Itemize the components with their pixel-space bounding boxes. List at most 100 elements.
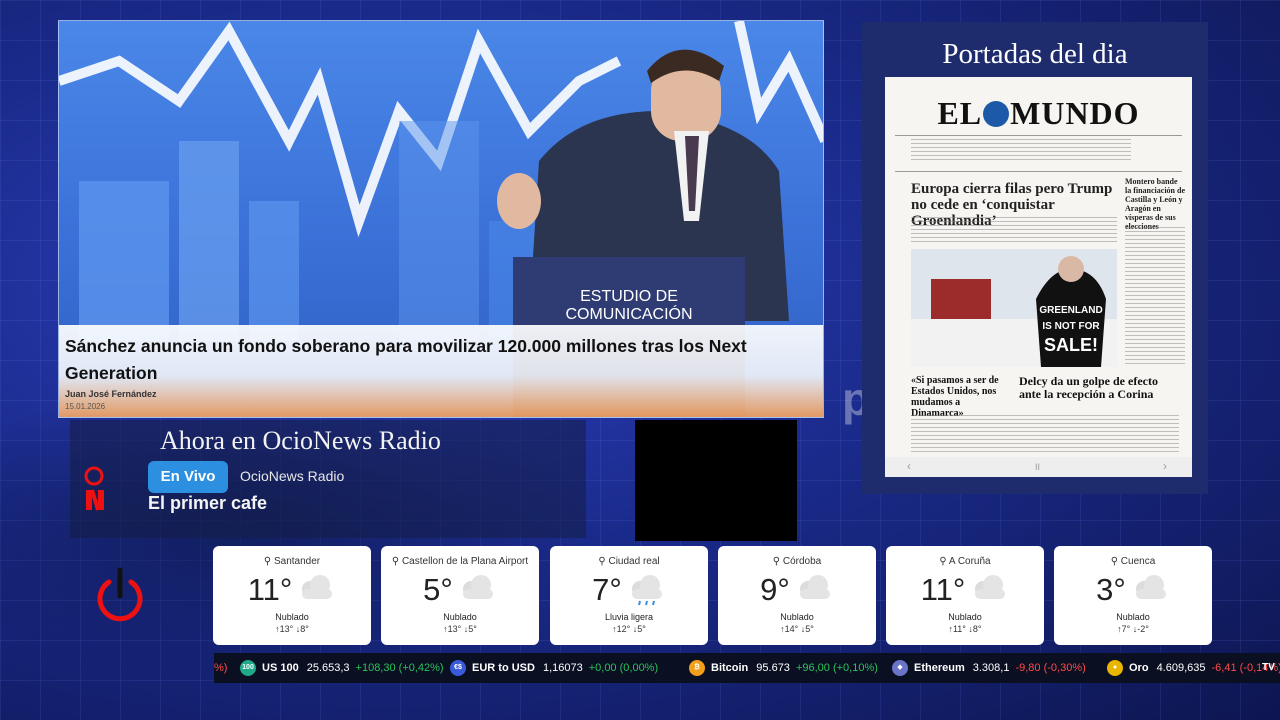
asset-name: Bitcoin xyxy=(711,662,749,674)
asset-price: 1,16073 xyxy=(542,662,583,674)
ticker-item[interactable]: ● Oro 4.609,635 -6,41 (-0,14%) xyxy=(1107,653,1280,683)
weather-city: ⚲ Ciudad real xyxy=(598,556,660,567)
globe-icon xyxy=(983,101,1010,127)
weather-temp: 11° xyxy=(920,572,966,607)
newspaper-front-page[interactable]: EL MUNDO Europa cierra filas pero Trump n… xyxy=(885,77,1192,477)
weather-card[interactable]: ⚲ Castellon de la Plana Airport 5° Nublado… xyxy=(381,546,539,645)
ocionews-logo-icon xyxy=(84,466,104,511)
teaser-text xyxy=(911,139,1131,163)
weather-temp: 7° xyxy=(592,572,622,607)
next-arrow-icon[interactable]: › xyxy=(1163,459,1167,473)
cloud-icon xyxy=(799,575,830,599)
pager: ‹ II › xyxy=(885,457,1192,477)
asset-icon: ◆ xyxy=(892,660,908,676)
weather-desc: Nublado xyxy=(948,612,982,622)
hero-date: 15.01.2026 xyxy=(65,402,106,411)
podium-text-2: COMUNICACIÓN xyxy=(565,304,692,323)
shirt-text-1: GREENLAND xyxy=(1039,305,1102,316)
asset-icon: ● xyxy=(1107,660,1123,676)
cloud-icon xyxy=(975,575,1006,599)
weather-card[interactable]: ⚲ A Coruña 11° Nublado ↑11° ↓8° xyxy=(886,546,1044,645)
weather-city: ⚲ Castellon de la Plana Airport xyxy=(391,556,529,567)
radio-show: El primer cafe xyxy=(148,493,268,513)
pause-icon[interactable]: II xyxy=(1035,462,1040,472)
weather-temp: 9° xyxy=(760,572,790,607)
weather-temp-row: 7° xyxy=(550,570,708,610)
body-text xyxy=(911,217,1117,245)
hero-headline[interactable]: Sánchez anuncia un fondo soberano para m… xyxy=(65,333,817,387)
radio-title: Ahora en OcioNews Radio xyxy=(160,426,441,455)
radio-station: OcioNews Radio xyxy=(240,468,345,484)
hero-author: Juan José Fernández xyxy=(65,389,157,399)
weather-temp-row: 3° xyxy=(1054,570,1212,610)
asset-name: Oro xyxy=(1129,662,1149,674)
weather-temp-row: 11° xyxy=(213,570,371,610)
live-button[interactable]: En Vivo xyxy=(148,461,228,493)
weather-city: ⚲ Córdoba xyxy=(772,556,822,567)
asset-icon: €$ xyxy=(450,660,466,676)
cloud-icon xyxy=(302,575,333,599)
ticker-item[interactable]: %) xyxy=(214,653,227,683)
rain-cloud-icon xyxy=(631,575,662,606)
prev-arrow-icon[interactable]: ‹ xyxy=(907,459,911,473)
weather-card[interactable]: ⚲ Ciudad real 7° Lluvia ligera ↑12° ↓5° xyxy=(550,546,708,645)
weather-desc: Nublado xyxy=(443,612,477,622)
weather-temp: 5° xyxy=(423,572,453,607)
asset-icon: 100 xyxy=(240,660,256,676)
asset-change: -9,80 (-0,30%) xyxy=(1015,662,1086,674)
ticker-item[interactable]: ₿ Bitcoin 95.673 +96,00 (+0,10%) xyxy=(689,653,878,683)
weather-city: ⚲ A Coruña xyxy=(939,556,991,567)
weather-range: ↑13° ↓8° xyxy=(275,624,309,634)
weather-range: ↑7° ↓-2° xyxy=(1117,624,1149,634)
masthead-left: EL xyxy=(937,95,983,131)
asset-name: US 100 xyxy=(262,662,299,674)
asset-price: 95.673 xyxy=(756,662,790,674)
asset-name: Ethereum xyxy=(914,662,965,674)
hero-news-card[interactable]: ESTUDIO DE COMUNICACIÓN Sánchez anuncia … xyxy=(58,20,824,418)
ticker-item[interactable]: ◆ Ethereum 3.308,1 -9,80 (-0,30%) xyxy=(892,653,1086,683)
divider xyxy=(895,135,1182,136)
weather-city: ⚲ Santander xyxy=(263,556,321,567)
weather-desc: Nublado xyxy=(1116,612,1150,622)
power-icon[interactable] xyxy=(95,566,145,622)
side-text xyxy=(1125,227,1185,367)
shirt-text-3: SALE! xyxy=(1044,335,1098,355)
ticker-item[interactable]: 100 US 100 25.653,3 +108,30 (+0,42%) xyxy=(240,653,444,683)
paper-side-story: Montero bande la financiación de Castill… xyxy=(1125,177,1186,231)
weather-range: ↑12° ↓5° xyxy=(612,624,646,634)
weather-temp: 3° xyxy=(1096,572,1126,607)
ticker-fragment: %) xyxy=(214,662,228,674)
asset-change: +96,00 (+0,10%) xyxy=(795,662,878,674)
weather-card[interactable]: ⚲ Córdoba 9° Nublado ↑14° ↓5° xyxy=(718,546,876,645)
weather-range: ↑13° ↓5° xyxy=(443,624,477,634)
divider xyxy=(895,171,1182,172)
cloud-icon xyxy=(1135,575,1166,599)
paper-subhead-1: «Si pasamos a ser de Estados Unidos, nos… xyxy=(911,375,999,419)
weather-temp-row: 9° xyxy=(718,570,876,610)
asset-name: EUR to USD xyxy=(472,662,535,674)
shirt-text-2: IS NOT FOR xyxy=(1042,321,1100,332)
weather-temp: 11° xyxy=(247,572,293,607)
weather-card[interactable]: ⚲ Santander 11° Nublado ↑13° ↓8° xyxy=(213,546,371,645)
weather-city: ⚲ Cuenca xyxy=(1110,556,1156,567)
video-placeholder xyxy=(635,420,797,541)
asset-price: 4.609,635 xyxy=(1156,662,1206,674)
asset-price: 25.653,3 xyxy=(306,662,350,674)
weather-range: ↑11° ↓8° xyxy=(948,624,982,634)
weather-card[interactable]: ⚲ Cuenca 3° Nublado ↑7° ↓-2° xyxy=(1054,546,1212,645)
weather-desc: Nublado xyxy=(275,612,309,622)
market-ticker: %) 100 US 100 25.653,3 +108,30 (+0,42%) €$ EUR… xyxy=(214,653,1280,683)
paper-photo: GREENLAND IS NOT FOR SALE! xyxy=(911,249,1117,367)
front-pages-panel: Portadas del dia EL MUNDO Europa cierra f… xyxy=(862,22,1208,494)
weather-temp-row: 5° xyxy=(381,570,539,610)
asset-change: +108,30 (+0,42%) xyxy=(355,662,444,674)
podium-text-1: ESTUDIO DE xyxy=(580,288,678,305)
cloud-icon xyxy=(462,575,493,599)
asset-price: 3.308,1 xyxy=(972,662,1010,674)
weather-desc: Lluvia ligera xyxy=(604,612,654,622)
weather-temp-row: 11° xyxy=(886,570,1044,610)
hero-caption: Sánchez anuncia un fondo soberano para m… xyxy=(59,325,823,417)
paper-subhead-2: Delcy da un golpe de efecto ante la rece… xyxy=(1019,374,1158,401)
asset-change: +0,00 (0,00%) xyxy=(588,662,659,674)
ticker-item[interactable]: €$ EUR to USD 1,16073 +0,00 (0,00%) xyxy=(450,653,658,683)
